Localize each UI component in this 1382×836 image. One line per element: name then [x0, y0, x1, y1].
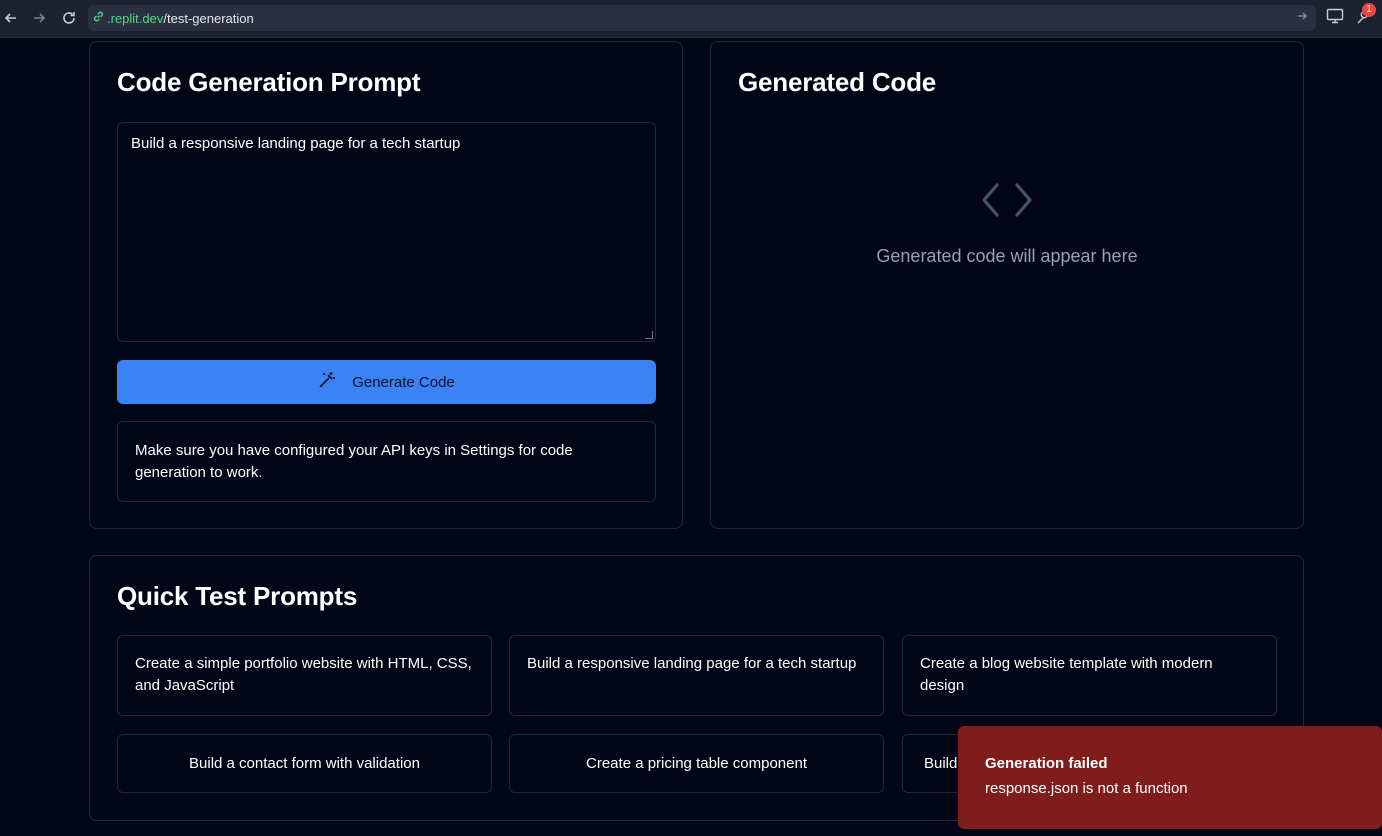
monitor-icon[interactable] [1326, 8, 1344, 29]
prompt-card-title: Code Generation Prompt [117, 67, 421, 97]
quick-prompt-label: Build a contact form with validation [189, 754, 420, 772]
quick-prompt-label: Build a responsive landing page for a te… [527, 655, 857, 672]
url-domain: .replit.dev [107, 10, 164, 26]
quick-prompt-label: Build [924, 755, 958, 772]
generate-code-label: Generate Code [352, 373, 455, 391]
toast-title: Generation failed [985, 755, 1108, 772]
prompt-text: Build a responsive landing page for a te… [131, 135, 461, 152]
resize-handle-icon[interactable] [645, 331, 653, 339]
error-toast[interactable]: Generation failed response.json is not a… [958, 726, 1382, 829]
api-keys-notice-text: Make sure you have configured your API k… [135, 442, 573, 481]
generate-code-button[interactable]: Generate Code [117, 360, 656, 404]
toast-message: response.json is not a function [985, 780, 1188, 797]
generated-code-card: Generated Code Generated code will appea… [710, 41, 1304, 529]
quick-prompts-title: Quick Test Prompts [117, 581, 358, 611]
back-icon[interactable] [0, 7, 22, 29]
generated-code-title: Generated Code [738, 67, 937, 97]
prompt-textarea[interactable]: Build a responsive landing page for a te… [117, 122, 656, 342]
magic-wand-icon [318, 371, 336, 393]
notification-badge: 1 [1362, 3, 1376, 17]
url-path: /test-generation [163, 10, 254, 26]
quick-prompt-blog[interactable]: Create a blog website template with mode… [902, 635, 1277, 716]
quick-prompt-landing-page[interactable]: Build a responsive landing page for a te… [509, 635, 884, 716]
quick-prompt-label: Create a pricing table component [586, 754, 807, 772]
quick-prompt-label: Create a blog website template with mode… [920, 655, 1213, 694]
address-bar[interactable]: .replit.dev/test-generation [88, 5, 1316, 31]
reload-icon[interactable] [58, 7, 80, 29]
browser-toolbar: .replit.dev/test-generation 1 [0, 0, 1382, 38]
quick-prompt-pricing-table[interactable]: Create a pricing table component [509, 734, 884, 793]
api-keys-notice: Make sure you have configured your API k… [117, 421, 656, 502]
go-arrow-icon[interactable] [1296, 10, 1308, 25]
quick-prompt-portfolio[interactable]: Create a simple portfolio website with H… [117, 635, 492, 716]
link-icon [92, 10, 105, 26]
prompt-card: Code Generation Prompt Build a responsiv… [89, 41, 683, 529]
code-brackets-icon [981, 182, 1033, 223]
quick-prompt-label: Create a simple portfolio website with H… [135, 655, 472, 694]
quick-prompt-contact-form[interactable]: Build a contact form with validation [117, 734, 492, 793]
generated-code-placeholder: Generated code will appear here [876, 246, 1138, 266]
forward-icon[interactable] [28, 7, 50, 29]
